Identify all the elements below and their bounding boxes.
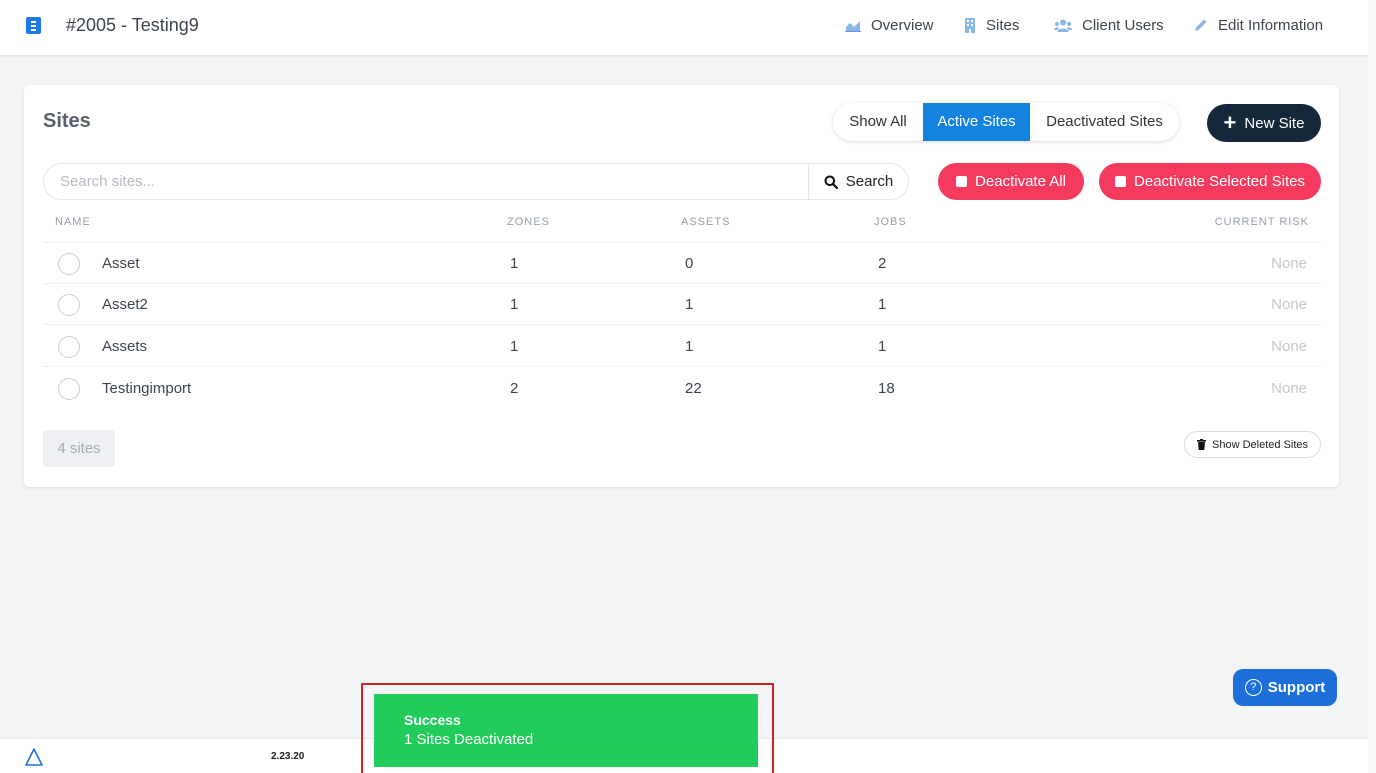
column-header-jobs[interactable]: JOBS xyxy=(874,216,907,228)
toast-message: 1 Sites Deactivated xyxy=(404,731,534,748)
plus-icon: + xyxy=(1223,110,1237,135)
nav-edit-information[interactable]: Edit Information xyxy=(1193,17,1323,34)
nav-client-users-label: Client Users xyxy=(1082,17,1164,34)
area-chart-icon xyxy=(845,20,861,32)
square-icon xyxy=(1115,176,1127,187)
new-site-label: New Site xyxy=(1244,114,1305,132)
show-deleted-sites-button[interactable]: Show Deleted Sites xyxy=(1184,431,1321,458)
deactivate-selected-label: Deactivate Selected Sites xyxy=(1134,173,1305,190)
table-row[interactable]: Testingimport 2 22 18 None xyxy=(43,368,1321,409)
site-assets: 1 xyxy=(685,296,694,313)
question-circle-icon: ? xyxy=(1244,679,1262,696)
site-assets: 0 xyxy=(685,255,694,272)
site-name[interactable]: Testingimport xyxy=(102,380,191,397)
row-select-radio[interactable] xyxy=(58,378,80,400)
filter-show-all-button[interactable]: Show All xyxy=(833,103,923,141)
triangle-logo-icon xyxy=(25,748,43,766)
search-input[interactable] xyxy=(44,164,808,199)
support-label: Support xyxy=(1267,679,1326,696)
new-site-button[interactable]: + New Site xyxy=(1207,104,1321,142)
site-risk: None xyxy=(1271,255,1307,272)
nav-client-users[interactable]: Client Users xyxy=(1054,17,1164,34)
filter-active-sites-button[interactable]: Active Sites xyxy=(923,103,1030,141)
table-row[interactable]: Assets 1 1 1 None xyxy=(43,326,1321,367)
row-select-radio[interactable] xyxy=(58,253,80,275)
contact-book-icon xyxy=(26,17,41,34)
table-row[interactable]: Asset2 1 1 1 None xyxy=(43,284,1321,325)
column-header-current-risk[interactable]: CURRENT RISK xyxy=(1215,216,1309,228)
show-deleted-sites-label: Show Deleted Sites xyxy=(1212,438,1308,451)
page-title: #2005 - Testing9 xyxy=(66,15,199,35)
column-header-zones[interactable]: ZONES xyxy=(507,216,550,228)
app-version: 2.23.20 xyxy=(271,751,305,762)
site-name[interactable]: Asset xyxy=(102,255,140,272)
search-icon xyxy=(824,175,838,189)
search-button-label: Search xyxy=(845,173,894,190)
site-zones: 1 xyxy=(510,338,519,355)
site-jobs: 18 xyxy=(878,380,895,397)
nav-overview[interactable]: Overview xyxy=(845,17,934,34)
site-jobs: 2 xyxy=(878,255,887,272)
nav-sites[interactable]: Sites xyxy=(964,17,1019,34)
site-jobs: 1 xyxy=(878,296,887,313)
site-assets: 22 xyxy=(685,380,702,397)
building-icon xyxy=(965,18,975,33)
deactivate-all-label: Deactivate All xyxy=(975,173,1066,190)
site-jobs: 1 xyxy=(878,338,887,355)
site-zones: 1 xyxy=(510,255,519,272)
column-header-name[interactable]: NAME xyxy=(55,216,91,228)
square-icon xyxy=(956,176,968,187)
site-assets: 1 xyxy=(685,338,694,355)
nav-sites-label: Sites xyxy=(986,17,1020,34)
toast-title: Success xyxy=(404,712,461,728)
top-bar: #2005 - Testing9 Overview Sites Client U… xyxy=(0,0,1368,55)
site-risk: None xyxy=(1271,338,1307,355)
row-select-radio[interactable] xyxy=(58,294,80,316)
site-zones: 1 xyxy=(510,296,519,313)
search-button[interactable]: Search xyxy=(808,164,908,199)
trash-icon xyxy=(1197,439,1206,450)
site-risk: None xyxy=(1271,380,1307,397)
pencil-icon xyxy=(1195,19,1207,31)
deactivate-selected-button[interactable]: Deactivate Selected Sites xyxy=(1099,163,1321,200)
site-risk: None xyxy=(1271,296,1307,313)
success-toast[interactable]: Success 1 Sites Deactivated xyxy=(374,694,758,767)
users-icon xyxy=(1054,19,1072,32)
filter-deactivated-sites-button[interactable]: Deactivated Sites xyxy=(1030,103,1179,141)
nav-overview-label: Overview xyxy=(871,17,934,34)
site-zones: 2 xyxy=(510,380,519,397)
site-count-badge: 4 sites xyxy=(43,430,115,467)
table-row[interactable]: Asset 1 0 2 None xyxy=(43,243,1321,284)
row-select-radio[interactable] xyxy=(58,336,80,358)
sites-card: Sites Show All Active Sites Deactivated … xyxy=(24,85,1339,487)
site-name[interactable]: Asset2 xyxy=(102,296,148,313)
search-bar: Search xyxy=(43,163,909,200)
deactivate-all-button[interactable]: Deactivate All xyxy=(938,163,1084,200)
support-button[interactable]: ? Support xyxy=(1233,669,1337,706)
nav-edit-information-label: Edit Information xyxy=(1218,17,1324,34)
site-filter-toggle: Show All Active Sites Deactivated Sites xyxy=(833,103,1179,141)
column-header-assets[interactable]: ASSETS xyxy=(681,216,730,228)
page-scrollbar[interactable] xyxy=(1368,0,1376,773)
sites-card-title: Sites xyxy=(43,110,91,132)
site-name[interactable]: Assets xyxy=(102,338,147,355)
